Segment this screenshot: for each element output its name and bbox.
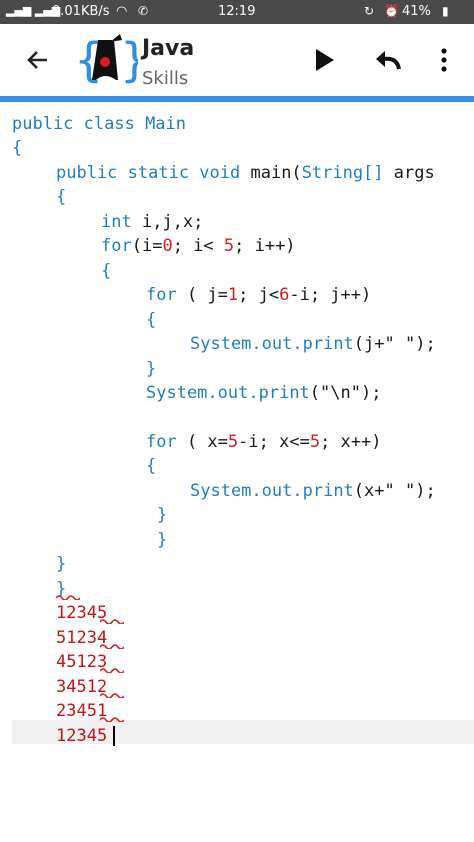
undo-button[interactable] xyxy=(364,36,412,84)
code-line: for ( j=1; j<6-i; j++) xyxy=(146,285,372,305)
code-line: System.out.print(x+" "); xyxy=(190,481,436,501)
spellcheck-squiggle xyxy=(100,644,124,649)
code-line: for(i=0; i< 5; i++) xyxy=(101,236,296,256)
alarm-off-icon: ⏰ xyxy=(384,4,399,18)
back-button[interactable] xyxy=(14,36,62,84)
code-line: System.out.print(j+" "); xyxy=(190,334,436,354)
play-icon xyxy=(316,49,334,71)
spellcheck-squiggle xyxy=(100,668,124,673)
status-time: 12:19 xyxy=(218,4,256,19)
code-line: { xyxy=(146,456,157,476)
code-line: public static void main(String[] args xyxy=(56,163,435,183)
code-editor[interactable]: public class Main { public static void m… xyxy=(0,112,474,832)
app-subtitle: Skills xyxy=(142,68,189,89)
run-button[interactable] xyxy=(300,36,348,84)
spellcheck-squiggle xyxy=(100,693,124,698)
battery-icon: ▮ xyxy=(442,4,449,18)
spellcheck-squiggle xyxy=(100,717,124,722)
code-line: { xyxy=(146,310,157,330)
code-line: public class Main xyxy=(12,114,187,134)
code-line: } xyxy=(157,505,168,525)
text-caret xyxy=(113,726,115,746)
code-line: for ( x=5-i; x<=5; x++) xyxy=(146,432,382,452)
more-vertical-icon xyxy=(441,48,447,72)
sync-icon: ↻ xyxy=(364,4,375,18)
battery-level: 41% xyxy=(402,4,431,19)
status-bar: ▂▄▆ ▂▄▆ 0.01KB/s ◠ ✆ 12:19 ↻ ⏰ 41% ▮ xyxy=(0,0,474,24)
undo-icon xyxy=(376,51,401,70)
code-line: } xyxy=(146,359,157,379)
code-line: int i,j,x; xyxy=(101,212,204,232)
code-line: System.out.print("\n"); xyxy=(146,383,382,403)
java-skills-logo: { } xyxy=(74,33,138,87)
code-line: } xyxy=(157,530,168,550)
code-line: { xyxy=(101,261,112,281)
more-options-button[interactable] xyxy=(420,36,468,84)
wifi-icon: ◠ xyxy=(116,4,128,19)
code-line: } xyxy=(56,554,67,574)
code-line: { xyxy=(12,138,23,158)
spellcheck-squiggle xyxy=(100,619,124,624)
code-line: { xyxy=(56,187,67,207)
network-speed: 0.01KB/s xyxy=(52,4,110,19)
call-icon: ✆ xyxy=(138,4,149,18)
app-title: Java xyxy=(142,36,195,61)
arrow-left-icon xyxy=(27,51,47,69)
spellcheck-squiggle xyxy=(56,595,80,600)
output-line: 12345 xyxy=(56,726,108,746)
app-bar-divider xyxy=(0,96,474,102)
svg-text:}: } xyxy=(120,33,138,87)
